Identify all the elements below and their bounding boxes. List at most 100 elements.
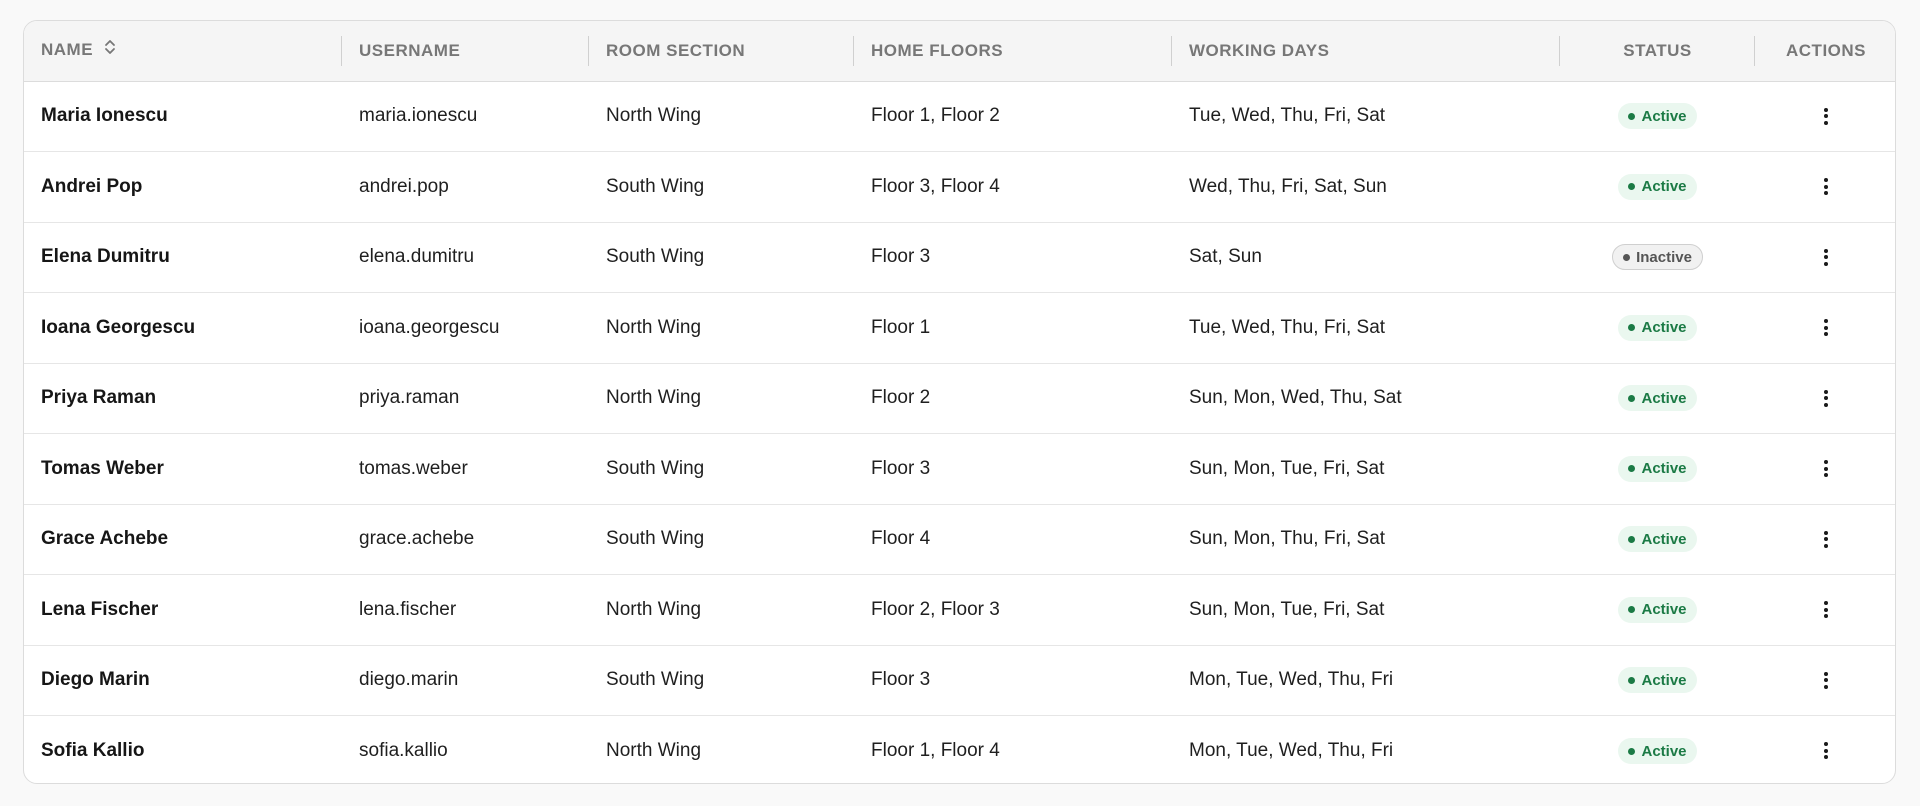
cell-room-section: South Wing xyxy=(606,246,705,268)
cell-username: sofia.kallio xyxy=(359,740,448,761)
cell-home-floors: Floor 2 xyxy=(871,387,931,409)
cell-actions xyxy=(1755,81,1895,152)
status-badge-label: Active xyxy=(1641,671,1687,689)
column-header-name-label: NAME xyxy=(41,40,94,60)
more-vertical-icon[interactable] xyxy=(1821,601,1831,619)
status-badge: Active xyxy=(1618,103,1697,130)
more-vertical-icon[interactable] xyxy=(1821,530,1831,548)
cell-name: Maria Ionescu xyxy=(41,105,168,127)
cell-home-floors: Floor 4 xyxy=(871,528,931,550)
table-row: Andrei Pop andrei.pop South Wing Floor 3, F… xyxy=(24,152,1895,223)
more-vertical-icon[interactable] xyxy=(1821,742,1831,760)
table-row: Ioana Georgescu ioana.georgescu North Wing… xyxy=(24,293,1895,364)
status-badge: Active xyxy=(1618,667,1697,694)
cell-room-section: North Wing xyxy=(606,105,702,127)
cell-status: Active xyxy=(1560,645,1755,716)
cell-working-days: Sun, Mon, Wed, Thu, Sat xyxy=(1189,387,1402,409)
cell-status: Active xyxy=(1560,293,1755,364)
column-header-room-section: ROOM SECTION xyxy=(589,21,854,82)
status-badge-label: Active xyxy=(1641,107,1687,125)
column-header-home-floors: HOME FLOORS xyxy=(854,21,1172,82)
staff-table-card: NAME USERNAME ROOM SECTION HOME FLOORS W… xyxy=(23,20,1896,784)
status-badge: Inactive xyxy=(1612,244,1703,271)
cell-username: grace.achebe xyxy=(359,528,475,550)
table-row: Maria Ionescu maria.ionescu North Wing Floo… xyxy=(24,81,1895,152)
more-vertical-icon[interactable] xyxy=(1821,248,1831,266)
column-header-actions: ACTIONS xyxy=(1755,21,1895,82)
cell-room-section: South Wing xyxy=(606,528,705,550)
cell-working-days: Sun, Mon, Tue, Fri, Sat xyxy=(1189,457,1385,479)
cell-actions xyxy=(1755,363,1895,434)
cell-name: Ioana Georgescu xyxy=(41,316,196,338)
status-badge-label: Inactive xyxy=(1636,248,1692,266)
cell-username: elena.dumitru xyxy=(359,246,475,268)
status-badge: Active xyxy=(1618,738,1697,764)
status-badge: Active xyxy=(1618,526,1697,553)
status-badge: Active xyxy=(1618,173,1697,200)
cell-actions xyxy=(1755,716,1895,784)
more-vertical-icon[interactable] xyxy=(1821,460,1831,478)
cell-home-floors: Floor 3 xyxy=(871,246,931,268)
cell-home-floors: Floor 1 xyxy=(871,316,931,338)
cell-status: Inactive xyxy=(1560,222,1755,293)
column-header-name[interactable]: NAME xyxy=(24,21,342,82)
status-badge: Active xyxy=(1618,596,1697,623)
cell-home-floors: Floor 1, Floor 4 xyxy=(871,740,1000,761)
cell-working-days: Mon, Tue, Wed, Thu, Fri xyxy=(1189,740,1394,761)
status-dot-icon xyxy=(1628,394,1636,402)
cell-working-days: Tue, Wed, Thu, Fri, Sat xyxy=(1189,316,1386,338)
cell-working-days: Mon, Tue, Wed, Thu, Fri xyxy=(1189,669,1394,691)
cell-name: Elena Dumitru xyxy=(41,246,170,268)
cell-name: Lena Fischer xyxy=(41,598,159,620)
cell-status: Active xyxy=(1560,575,1755,646)
staff-table: NAME USERNAME ROOM SECTION HOME FLOORS W… xyxy=(24,21,1895,784)
status-badge: Active xyxy=(1618,385,1697,412)
cell-home-floors: Floor 1, Floor 2 xyxy=(871,105,1000,127)
cell-status: Active xyxy=(1560,716,1755,784)
status-dot-icon xyxy=(1628,465,1636,473)
column-header-username: USERNAME xyxy=(342,21,589,82)
cell-username: diego.marin xyxy=(359,669,459,691)
status-badge: Active xyxy=(1618,455,1697,482)
status-badge: Active xyxy=(1618,314,1697,341)
cell-home-floors: Floor 3 xyxy=(871,457,931,479)
cell-status: Active xyxy=(1560,81,1755,152)
cell-status: Active xyxy=(1560,434,1755,505)
cell-username: lena.fischer xyxy=(359,598,457,620)
table-row: Tomas Weber tomas.weber South Wing Floor 3 S… xyxy=(24,434,1895,505)
cell-actions xyxy=(1755,575,1895,646)
more-vertical-icon[interactable] xyxy=(1821,389,1831,407)
cell-room-section: North Wing xyxy=(606,316,702,338)
cell-actions xyxy=(1755,434,1895,505)
table-body: Maria Ionescu maria.ionescu North Wing Floo… xyxy=(24,81,1895,784)
status-dot-icon xyxy=(1623,253,1631,261)
more-vertical-icon[interactable] xyxy=(1821,671,1831,689)
cell-working-days: Sun, Mon, Thu, Fri, Sat xyxy=(1189,528,1386,550)
more-vertical-icon[interactable] xyxy=(1821,319,1831,337)
more-vertical-icon[interactable] xyxy=(1821,107,1831,125)
status-badge-label: Active xyxy=(1641,601,1687,619)
cell-name: Diego Marin xyxy=(41,669,150,691)
status-dot-icon xyxy=(1628,324,1636,332)
cell-status: Active xyxy=(1560,152,1755,223)
cell-name: Tomas Weber xyxy=(41,457,164,479)
cell-username: tomas.weber xyxy=(359,457,468,479)
cell-actions xyxy=(1755,222,1895,293)
cell-room-section: South Wing xyxy=(606,175,705,197)
table-row: Grace Achebe grace.achebe South Wing Floor … xyxy=(24,504,1895,575)
cell-name: Grace Achebe xyxy=(41,528,169,550)
chevron-up-down-icon[interactable] xyxy=(104,38,116,61)
cell-home-floors: Floor 2, Floor 3 xyxy=(871,598,1000,620)
cell-name: Priya Raman xyxy=(41,387,157,409)
cell-home-floors: Floor 3, Floor 4 xyxy=(871,175,1000,197)
table-row: Sofia Kallio sofia.kallio North Wing Floor … xyxy=(24,716,1895,784)
cell-room-section: South Wing xyxy=(606,669,705,691)
cell-username: ioana.georgescu xyxy=(359,316,500,338)
more-vertical-icon[interactable] xyxy=(1821,178,1831,196)
status-dot-icon xyxy=(1628,676,1636,684)
cell-room-section: North Wing xyxy=(606,598,702,620)
cell-actions xyxy=(1755,645,1895,716)
header-row: NAME USERNAME ROOM SECTION HOME FLOORS W… xyxy=(24,21,1895,82)
table-header: NAME USERNAME ROOM SECTION HOME FLOORS W… xyxy=(24,21,1895,82)
status-badge-label: Active xyxy=(1641,178,1687,196)
